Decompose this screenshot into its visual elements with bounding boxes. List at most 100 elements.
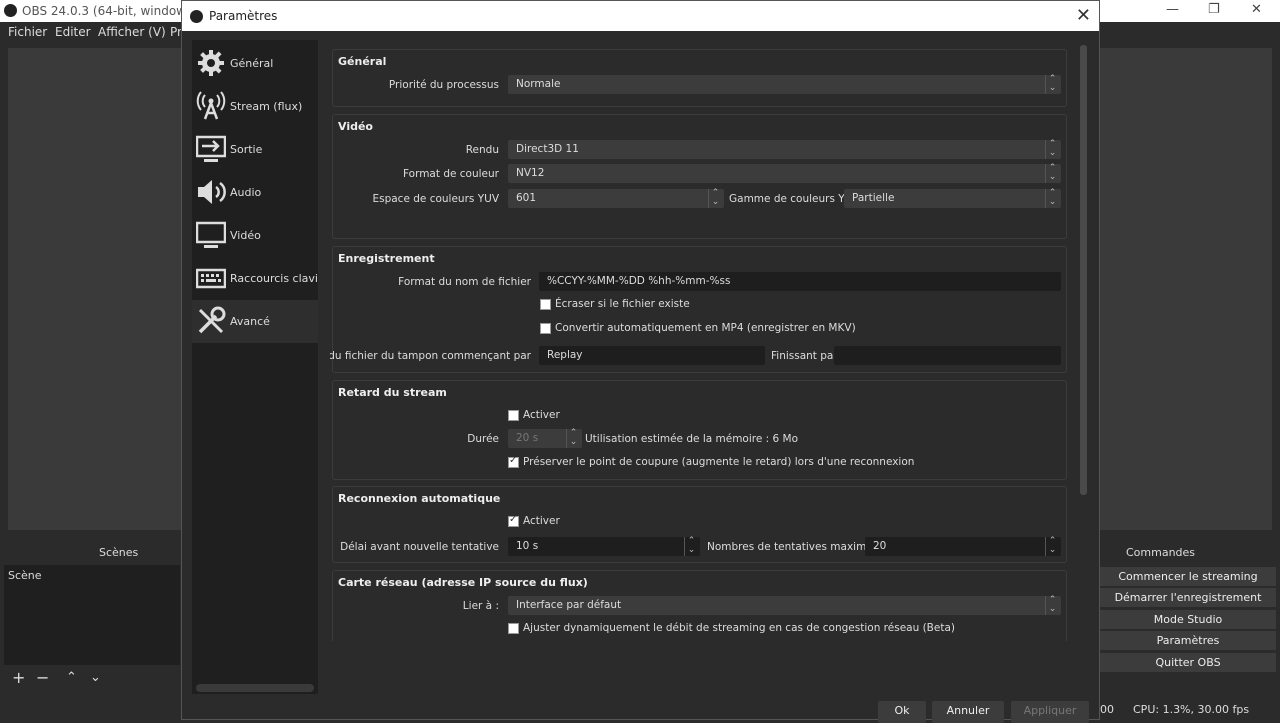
updown-chevron-icon: ⌃ ⌄ (684, 537, 698, 556)
priority-select[interactable]: Normale ⌃ ⌄ (508, 75, 1061, 94)
delay-enable-checkbox[interactable] (508, 410, 519, 421)
start-streaming-button[interactable]: Commencer le streaming (1100, 567, 1276, 586)
buffer-suffix-input[interactable] (834, 346, 1061, 365)
nav-output[interactable]: Sortie (192, 128, 318, 171)
priority-label: Priorité du processus (388, 79, 499, 91)
reconnect-group: Reconnexion automatique Activer Délai av… (332, 486, 1067, 563)
general-group: Général Priorité du processus Normale ⌃ ⌄ (332, 49, 1067, 107)
network-group: Carte réseau (adresse IP source du flux)… (332, 570, 1067, 641)
speaker-icon (198, 180, 226, 204)
preserve-checkbox[interactable] (508, 455, 519, 468)
obs-logo-icon (4, 4, 17, 17)
renderer-select[interactable]: Direct3D 11 ⌃ ⌄ (508, 140, 1061, 159)
renderer-value: Direct3D 11 (516, 143, 579, 155)
nav-label: Général (230, 57, 274, 70)
move-down-icon[interactable]: ⌄ (90, 670, 101, 685)
dialog-titlebar: Paramètres ✕ (182, 1, 1099, 31)
dialog-close-icon[interactable]: ✕ (1076, 5, 1091, 26)
bind-value: Interface par défaut (516, 599, 622, 611)
group-title: Enregistrement (338, 252, 435, 265)
nav-label: Audio (230, 186, 262, 199)
cpu-status: CPU: 1.3%, 30.00 fps (1133, 703, 1250, 716)
nav-label: Raccourcis clavier (230, 272, 318, 285)
recording-group: Enregistrement Format du nom de fichier … (330, 246, 1067, 373)
broadcast-icon (196, 91, 226, 120)
bind-label: Lier à : (462, 600, 499, 612)
close-icon[interactable]: ✕ (1251, 2, 1262, 17)
updown-chevron-icon: ⌃ ⌄ (708, 189, 722, 208)
maximize-icon[interactable]: ❐ (1208, 2, 1220, 17)
dynamic-bitrate-label: Ajuster dynamiquement le débit de stream… (523, 622, 955, 634)
nav-audio[interactable]: Audio (192, 171, 318, 214)
retry-delay-label: Délai avant nouvelle tentative (340, 541, 499, 553)
settings-nav: Général Stream (flux) Sortie Audio Vidéo… (192, 40, 318, 694)
updown-chevron-icon: ⌃ ⌄ (1045, 75, 1059, 94)
overwrite-checkbox[interactable] (540, 299, 551, 310)
dynamic-bitrate-checkbox[interactable] (508, 623, 519, 634)
video-group: Vidéo Rendu Direct3D 11 ⌃ ⌄ Format de coul… (332, 114, 1067, 239)
buffer-suffix-label: Finissant par (771, 350, 838, 362)
scene-list[interactable]: Scène (4, 565, 180, 665)
updown-chevron-icon: ⌃ ⌄ (566, 429, 580, 448)
nav-horizontal-scrollbar[interactable] (196, 684, 314, 692)
yuv-range-label: Gamme de couleurs YUV (729, 193, 860, 205)
reconnect-enable-label: Activer (523, 515, 560, 527)
duration-value: 20 s (516, 432, 539, 444)
reconnect-enable-checkbox[interactable] (508, 514, 519, 527)
retry-delay-spinbox[interactable]: 10 s ⌃ ⌄ (508, 537, 700, 556)
nav-general[interactable]: Général (192, 42, 318, 85)
commands-dock-title: Commandes (1126, 546, 1196, 559)
buffer-prefix-input[interactable]: Replay (539, 346, 765, 365)
bind-select[interactable]: Interface par défaut ⌃ ⌄ (508, 596, 1061, 615)
keyboard-icon (196, 268, 226, 289)
gear-icon (198, 50, 224, 76)
yuv-range-select[interactable]: Partielle ⌃ ⌄ (844, 189, 1061, 208)
start-recording-button[interactable]: Démarrer l'enregistrement (1100, 588, 1276, 607)
duration-label: Durée (467, 433, 499, 445)
status-bar: 00 CPU: 1.3%, 30.00 fps (1100, 703, 1249, 716)
priority-value: Normale (516, 78, 561, 90)
automux-checkbox[interactable] (540, 323, 551, 334)
move-up-icon[interactable]: ⌃ (66, 670, 77, 685)
scene-item[interactable]: Scène (8, 569, 42, 582)
updown-chevron-icon: ⌃ ⌄ (1045, 537, 1059, 556)
memory-estimate-text: Utilisation estimée de la mémoire : 6 Mo (585, 433, 799, 445)
nav-label: Avancé (230, 315, 270, 328)
menu-view[interactable]: Afficher (V) (98, 25, 166, 39)
color-format-select[interactable]: NV12 ⌃ ⌄ (508, 164, 1061, 183)
group-title: Vidéo (338, 120, 373, 133)
settings-dialog: Paramètres ✕ Général Stream (flux) Sorti… (181, 0, 1100, 723)
tools-icon (198, 306, 226, 334)
nav-advanced[interactable]: Avancé (192, 300, 318, 343)
nav-label: Stream (flux) (230, 100, 303, 113)
scenes-dock-title: Scènes (99, 546, 139, 559)
duration-spinbox[interactable]: 20 s ⌃ ⌄ (508, 429, 582, 448)
exit-button[interactable]: Quitter OBS (1100, 653, 1276, 672)
menu-edit[interactable]: Editer (55, 25, 91, 39)
delay-enable-label: Activer (523, 409, 560, 421)
minimize-icon[interactable]: — (1166, 2, 1179, 17)
buffer-prefix-label: Nom du fichier du tampon commençant par (330, 350, 531, 362)
filename-format-input[interactable]: %CCYY-%MM-%DD %hh-%mm-%ss (539, 272, 1061, 291)
updown-chevron-icon: ⌃ ⌄ (1045, 189, 1059, 208)
nav-stream[interactable]: Stream (flux) (192, 85, 318, 128)
output-monitor-icon (196, 135, 226, 162)
renderer-label: Rendu (465, 144, 499, 156)
menu-file[interactable]: Fichier (8, 25, 47, 39)
remove-icon[interactable]: − (36, 668, 49, 687)
nav-video[interactable]: Vidéo (192, 214, 318, 257)
yuv-range-value: Partielle (852, 192, 895, 204)
settings-button[interactable]: Paramètres (1100, 631, 1276, 650)
add-icon[interactable]: + (12, 668, 25, 687)
advanced-settings-panel: Général Priorité du processus Normale ⌃ ⌄ … (330, 43, 1075, 641)
nav-label: Vidéo (230, 229, 261, 242)
color-format-value: NV12 (516, 167, 545, 179)
nav-hotkeys[interactable]: Raccourcis clavier (192, 257, 318, 300)
nav-label: Sortie (230, 143, 263, 156)
yuv-space-value: 601 (516, 192, 537, 204)
content-vertical-scrollbar[interactable] (1080, 45, 1087, 495)
obs-logo-icon (190, 10, 203, 23)
max-retries-spinbox[interactable]: 20 ⌃ ⌄ (865, 537, 1061, 556)
studio-mode-button[interactable]: Mode Studio (1100, 610, 1276, 629)
yuv-space-select[interactable]: 601 ⌃ ⌄ (508, 189, 724, 208)
